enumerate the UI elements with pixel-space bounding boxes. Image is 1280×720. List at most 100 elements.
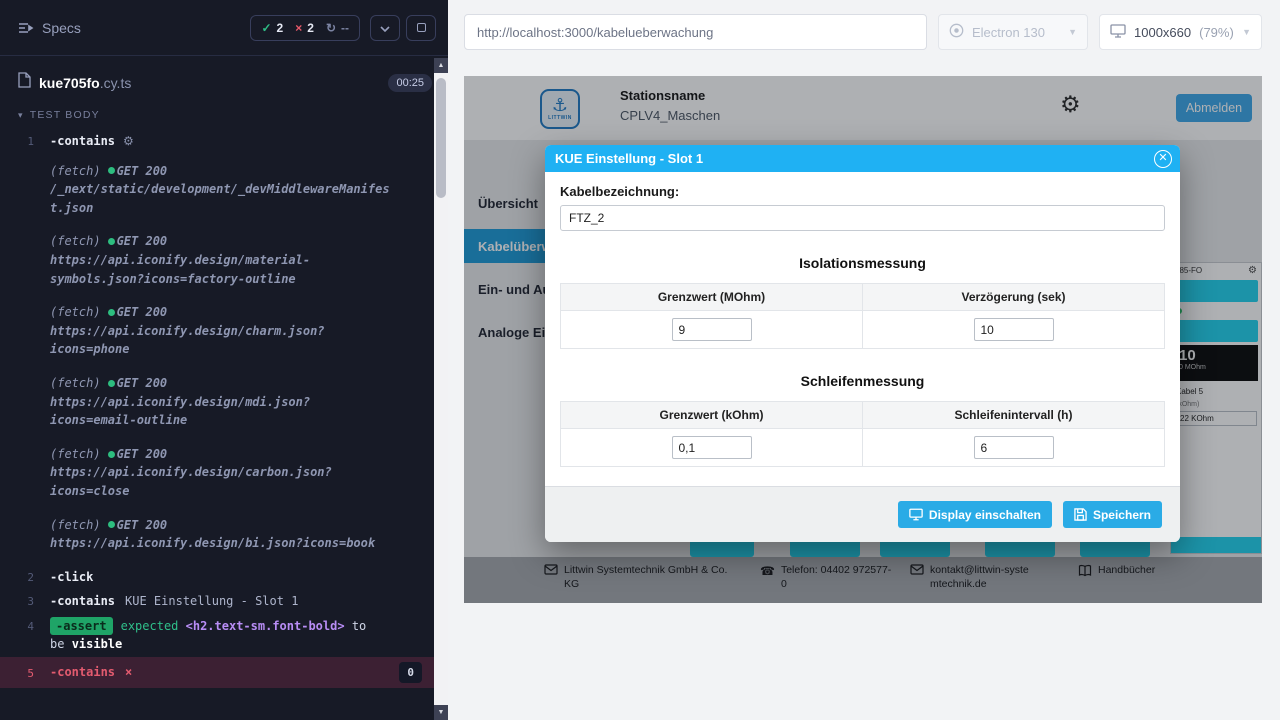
loop-intervall-input[interactable] [974,436,1054,459]
check-icon: ✓ [261,21,271,35]
scroll-up-button[interactable]: ▲ [434,58,448,73]
failed-count[interactable]: ×2 [295,21,314,35]
xhr-log-row[interactable]: (fetch) GET 200 /_next/static/development… [0,159,448,221]
app-under-test: ⚓ LITTWIN Stationsname CPLV4_Maschen ⚙ A… [464,76,1262,603]
specs-menu-icon [18,21,34,35]
url-input[interactable] [464,14,927,50]
iso-grenzwert-input[interactable] [672,318,752,341]
iso-col-verzoegerung: Verzögerung (sek) [863,284,1165,311]
display-on-button[interactable]: Display einschalten [898,501,1052,528]
xhr-log-row[interactable]: (fetch)GET 200 https://api.iconify.desig… [0,300,448,362]
fetch-url: https://api.iconify.design/carbon.json?i… [50,463,395,500]
fetch-label: (fetch) [50,445,101,464]
isolation-table: Grenzwert (MOhm) Verzögerung (sek) [560,283,1165,349]
fetch-url: https://api.iconify.design/bi.json?icons… [50,534,375,553]
assert-row[interactable]: 4 assertexpected <h2.text-sm.font-bold> … [0,614,448,657]
status-ok-dot [108,238,115,245]
retry-count-badge: 0 [399,662,422,683]
chevron-down-icon: ▾ [18,110,24,121]
display-icon [909,508,923,521]
stop-button[interactable] [406,15,436,41]
modal-footer: Display einschalten Speichern [545,486,1180,542]
schleifen-heading: Schleifenmessung [560,373,1165,389]
schleifen-table: Grenzwert (kOhm) Schleifenintervall (h) [560,401,1165,467]
scroll-down-button[interactable]: ▼ [434,705,448,720]
spec-file-row[interactable]: kue705fo.cy.ts 00:25 [0,56,448,103]
browser-select[interactable]: Electron 130 ▼ [938,14,1088,50]
specs-label: Specs [42,20,81,36]
command-argument: KUE Einstellung - Slot 1 [125,594,298,608]
gear-icon: ⚙ [123,134,134,148]
fetch-label: (fetch) [50,374,101,393]
viewport-size: 1000x660 [1134,25,1191,40]
xhr-log-row[interactable]: (fetch)GET 200 https://api.iconify.desig… [0,229,448,291]
chevron-down-icon: ▼ [1068,27,1077,37]
cypress-reporter: Specs ✓2 ×2 ↻-- kue705fo.cy.ts 00:25 ▾ T… [0,0,448,720]
spec-name: kue705fo.cy.ts [39,75,131,91]
viewport-icon [1110,24,1126,41]
viewport-zoom: (79%) [1199,25,1234,40]
browser-name: Electron 130 [972,25,1045,40]
kabel-name-label: Kabelbezeichnung: [560,184,1165,199]
stop-icon [417,23,426,32]
fetch-label: (fetch) [50,162,101,181]
section-label: TEST BODY [30,109,100,121]
passed-count[interactable]: ✓2 [261,21,283,35]
fetch-status: GET 200 [117,303,168,322]
x-icon: × [295,23,302,33]
fetch-url: https://api.iconify.design/mdi.json?icon… [50,393,395,430]
save-button[interactable]: Speichern [1063,501,1162,528]
floppy-disk-icon [1074,508,1087,521]
fail-x-icon: × [125,665,132,679]
kabel-name-input[interactable] [560,205,1165,231]
command-row[interactable]: 3 containsKUE Einstellung - Slot 1 [0,589,448,614]
fetch-url: /_next/static/development/_devMiddleware… [50,180,395,217]
viewport-select[interactable]: 1000x660 (79%) ▼ [1099,14,1262,50]
assert-element: <h2.text-sm.font-bold> [186,619,345,633]
status-ok-dot [108,167,115,174]
loop-col-intervall: Schleifenintervall (h) [863,402,1165,429]
loop-grenzwert-input[interactable] [672,436,752,459]
aut-panel: Electron 130 ▼ 1000x660 (79%) ▼ ⚓ LITTWI… [448,0,1280,720]
status-ok-dot [108,521,115,528]
close-icon[interactable]: ✕ [1154,150,1172,168]
assert-badge: assert [50,617,113,636]
modal-titlebar: KUE Einstellung - Slot 1 ✕ [545,145,1180,172]
chevron-down-icon [380,19,390,37]
refresh-icon: ↻ [326,21,336,35]
pending-count[interactable]: ↻-- [326,21,349,35]
xhr-log-row[interactable]: (fetch) GET 200 https://api.iconify.desig… [0,371,448,433]
specs-menu-button[interactable]: Specs [18,20,81,36]
fetch-status: GET 200 [117,445,168,464]
browser-icon [949,23,964,41]
fetch-label: (fetch) [50,516,101,535]
iso-col-grenzwert: Grenzwert (MOhm) [561,284,863,311]
fetch-status: GET 200 [117,162,168,181]
xhr-log-row[interactable]: (fetch) GET 200 https://api.iconify.desig… [0,513,448,556]
test-body-section[interactable]: ▾ TEST BODY [0,103,448,129]
fetch-status: GET 200 [117,516,168,535]
reporter-header: Specs ✓2 ×2 ↻-- [0,0,448,56]
url-toolbar: Electron 130 ▼ 1000x660 (79%) ▼ [464,14,1262,50]
failed-command-row[interactable]: 5 contains× 0 [0,657,448,688]
loop-col-grenzwert: Grenzwert (kOhm) [561,402,863,429]
fetch-status: GET 200 [117,374,168,393]
chevron-down-icon: ▼ [1242,27,1251,37]
isolation-heading: Isolationsmessung [560,255,1165,271]
fetch-label: (fetch) [50,303,101,322]
command-row[interactable]: 2 click [0,565,448,590]
status-ok-dot [108,380,115,387]
spec-duration: 00:25 [388,74,432,92]
spec-file-icon [18,72,31,93]
test-stats: ✓2 ×2 ↻-- [250,15,360,41]
scrollbar-thumb[interactable] [436,78,446,198]
xhr-log-row[interactable]: (fetch) GET 200 https://api.iconify.desig… [0,442,448,504]
command-log: 1 contains⚙ (fetch) GET 200 /_next/static… [0,129,448,688]
modal-title: KUE Einstellung - Slot 1 [555,151,703,166]
status-ok-dot [108,451,115,458]
iso-verzoegerung-input[interactable] [974,318,1054,341]
fetch-label: (fetch) [50,232,101,251]
command-row[interactable]: 1 contains⚙ [0,129,448,154]
collapse-reporter-button[interactable] [370,15,400,41]
reporter-scrollbar[interactable]: ▲ ▼ [434,58,448,720]
